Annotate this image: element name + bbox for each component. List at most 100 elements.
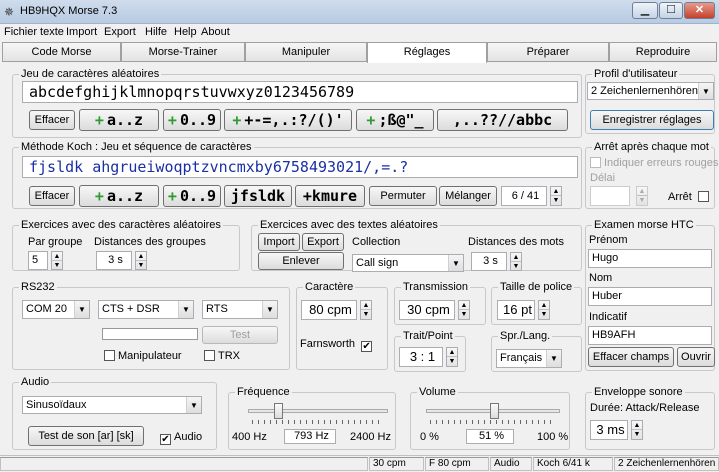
koch-09-button[interactable]: +0..9: [163, 185, 221, 207]
character-speed-field[interactable]: 80 cpm: [301, 300, 357, 320]
open-button[interactable]: Ouvrir: [677, 347, 715, 367]
word-distance-spinner[interactable]: ▲ ▼: [510, 252, 522, 271]
group-size-label: Par groupe: [28, 236, 83, 248]
first-name-field[interactable]: Hugo: [588, 249, 712, 268]
koch-count-spinner[interactable]: ▲ ▼: [550, 186, 562, 206]
text-import-button[interactable]: Import: [258, 233, 300, 251]
trx-checkbox-label: TRX: [218, 350, 240, 362]
rts-select[interactable]: RTS ▼: [202, 300, 278, 319]
character-speed-spinner[interactable]: ▲ ▼: [360, 300, 372, 320]
dot-dash-ratio-field[interactable]: 3 : 1: [399, 347, 443, 367]
random-chars-title: Jeu de caractères aléatoires: [19, 68, 162, 80]
chevron-down-icon: ▼: [698, 83, 713, 99]
random-special-button[interactable]: + ;ß@"_: [356, 109, 434, 131]
text-export-button[interactable]: Export: [302, 233, 344, 251]
trx-checkbox[interactable]: TRX: [204, 350, 240, 362]
word-distance-field[interactable]: 3 s: [471, 252, 507, 271]
callsign-field[interactable]: HB9AFH: [588, 326, 712, 345]
menu-hilfe[interactable]: Hilfe: [145, 26, 167, 38]
handshake-select[interactable]: CTS + DSR ▼: [98, 300, 194, 319]
close-button[interactable]: ✕: [684, 2, 715, 19]
transmission-speed-field[interactable]: 30 cpm: [399, 300, 455, 320]
delay-label: Délai: [590, 172, 616, 184]
dot-dash-title: Trait/Point: [401, 330, 455, 342]
dot-dash-ratio-spinner[interactable]: ▲ ▼: [446, 347, 458, 367]
language-value: Français: [500, 352, 543, 364]
envelope-duration-spinner[interactable]: ▲ ▼: [631, 420, 643, 440]
sound-test-button[interactable]: Test de son [ar] [sk]: [28, 426, 144, 446]
delay-field[interactable]: [590, 186, 630, 206]
name-field[interactable]: Huber: [588, 287, 712, 306]
random-mixed-button[interactable]: ,..??//abbc: [437, 109, 568, 131]
spin-down-icon: ▼: [512, 262, 520, 270]
koch-shuffle-button[interactable]: Mélanger: [439, 186, 497, 206]
handshake-value: CTS + DSR: [102, 303, 160, 315]
volume-slider-thumb[interactable]: [490, 403, 499, 419]
menu-import[interactable]: Import: [66, 26, 97, 38]
delay-spinner[interactable]: ▲ ▼: [636, 186, 648, 206]
farnsworth-checkbox[interactable]: Farnsworth ✔: [300, 338, 375, 352]
show-errors-checkbox[interactable]: Indiquer erreurs rouges: [590, 157, 718, 169]
collection-select[interactable]: Call sign ▼: [352, 254, 464, 272]
clear-fields-button[interactable]: Effacer champs: [588, 347, 674, 367]
random-clear-button[interactable]: Effacer: [29, 110, 75, 130]
envelope-duration-field[interactable]: 3 ms: [590, 420, 628, 440]
random-09-button[interactable]: +0..9: [163, 109, 221, 131]
text-remove-button[interactable]: Enlever: [258, 252, 344, 270]
key-checkbox[interactable]: Manipulateur: [104, 350, 182, 362]
random-chars-input[interactable]: abcdefghijklmnopqrstuvwxyz0123456789: [22, 81, 578, 103]
random-special-label: ;ß@"_: [378, 111, 424, 129]
key-checkbox-label: Manipulateur: [118, 350, 182, 362]
font-size-spinner[interactable]: ▲ ▼: [538, 300, 550, 320]
tab-preparer[interactable]: Préparer: [487, 42, 609, 62]
spin-down-icon: ▼: [460, 311, 468, 318]
random-az-button[interactable]: + a..z: [79, 109, 159, 131]
save-settings-button[interactable]: Enregistrer réglages: [590, 110, 714, 130]
koch-count-field[interactable]: 6 / 41: [501, 186, 547, 206]
audio-checkbox[interactable]: ✔ Audio: [160, 431, 202, 445]
font-size-field[interactable]: 16 pt: [497, 300, 535, 320]
language-select[interactable]: Français ▼: [496, 349, 562, 368]
group-size-field[interactable]: 5: [28, 251, 48, 270]
koch-kmure-button[interactable]: +kmure: [295, 185, 365, 207]
menu-help[interactable]: Help: [174, 26, 197, 38]
koch-az-button[interactable]: + a..z: [79, 185, 159, 207]
group-distance-field[interactable]: 3 s: [96, 251, 132, 270]
maximize-button[interactable]: ☐: [659, 2, 683, 19]
chevron-down-icon: ▼: [74, 301, 89, 318]
koch-sequence-input[interactable]: fjsldk ahgrueiwoqptzvncmxby6758493021/,=…: [22, 156, 578, 178]
stop-checkbox[interactable]: Arrêt: [668, 191, 712, 203]
checkbox-box: [204, 350, 215, 361]
spin-up-icon: ▲: [551, 188, 561, 196]
spin-up-icon: ▲: [632, 422, 642, 430]
profile-select[interactable]: 2 Zeichenlernenhören ▼: [587, 82, 714, 100]
random-punct-button[interactable]: + +-=,.:?/()': [224, 109, 352, 131]
waveform-select[interactable]: Sinusoïdaux ▼: [22, 396, 202, 414]
rs232-test-button[interactable]: Test: [202, 326, 278, 344]
checkbox-box: [590, 157, 601, 168]
com-port-select[interactable]: COM 20 ▼: [22, 300, 90, 319]
volume-value-field[interactable]: 51 %: [466, 429, 514, 444]
tab-reglages[interactable]: Réglages: [367, 42, 487, 63]
menu-fichier-texte[interactable]: Fichier texte: [4, 26, 64, 38]
tab-code-morse[interactable]: Code Morse: [2, 42, 121, 62]
group-distance-spinner[interactable]: ▲ ▼: [135, 251, 147, 270]
koch-fjsldk-button[interactable]: jfsldk: [224, 185, 292, 207]
word-distance-label: Distances des mots: [468, 236, 564, 248]
frequency-value-field[interactable]: 793 Hz: [284, 429, 336, 444]
menu-export[interactable]: Export: [104, 26, 136, 38]
transmission-speed-spinner[interactable]: ▲ ▼: [458, 300, 470, 320]
tab-morse-trainer[interactable]: Morse-Trainer: [121, 42, 245, 62]
koch-clear-button[interactable]: Effacer: [29, 186, 75, 206]
minimize-button[interactable]: ▁: [632, 2, 658, 19]
tab-manipuler[interactable]: Manipuler: [245, 42, 367, 62]
frequency-slider-track[interactable]: [248, 409, 388, 413]
menu-about[interactable]: About: [201, 26, 230, 38]
tab-reproduire[interactable]: Reproduire: [609, 42, 717, 62]
spin-up-icon: ▲: [447, 349, 457, 357]
group-size-spinner[interactable]: ▲ ▼: [51, 251, 63, 270]
spin-down-icon: ▼: [633, 431, 641, 438]
koch-permute-button[interactable]: Permuter: [369, 186, 437, 206]
collection-value: Call sign: [356, 257, 399, 269]
frequency-slider-thumb[interactable]: [274, 403, 283, 419]
